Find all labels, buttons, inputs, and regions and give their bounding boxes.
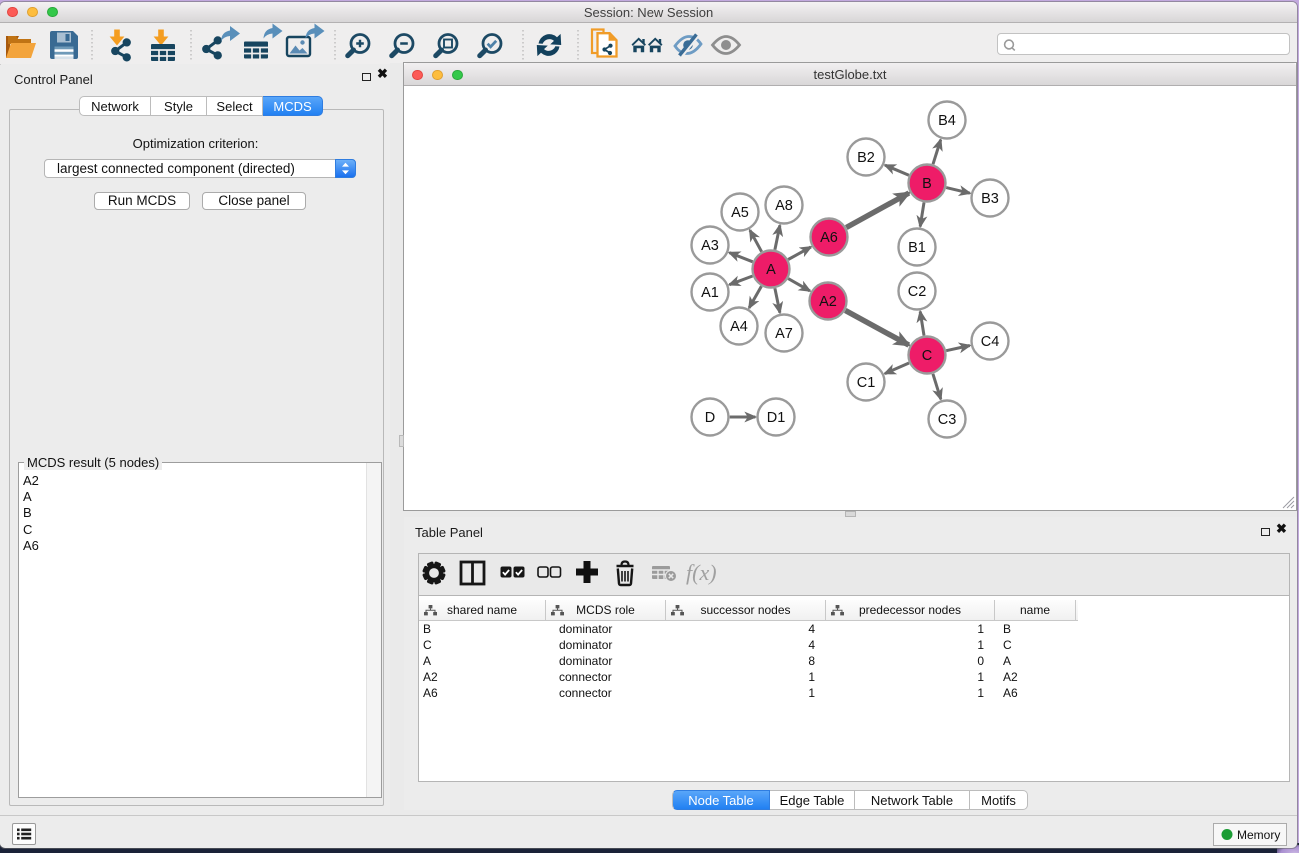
svg-text:B: B <box>922 176 932 192</box>
svg-text:D: D <box>705 410 715 426</box>
svg-text:C2: C2 <box>908 284 927 300</box>
svg-text:B3: B3 <box>981 191 999 207</box>
svg-text:A4: A4 <box>730 319 748 335</box>
svg-text:A3: A3 <box>701 238 719 254</box>
svg-text:B1: B1 <box>908 240 926 256</box>
svg-text:C3: C3 <box>938 412 957 428</box>
svg-text:A2: A2 <box>819 294 837 310</box>
svg-text:A: A <box>766 262 776 278</box>
svg-text:C4: C4 <box>981 334 1000 350</box>
svg-text:B2: B2 <box>857 150 875 166</box>
svg-text:B4: B4 <box>938 113 956 129</box>
svg-text:C: C <box>922 348 932 364</box>
svg-text:A8: A8 <box>775 198 793 214</box>
svg-text:D1: D1 <box>767 410 786 426</box>
svg-text:f(x): f(x) <box>686 560 717 585</box>
svg-text:A6: A6 <box>820 230 838 246</box>
svg-text:A5: A5 <box>731 205 749 221</box>
svg-text:C1: C1 <box>857 375 876 391</box>
svg-text:A7: A7 <box>775 326 793 342</box>
svg-text:A1: A1 <box>701 285 719 301</box>
